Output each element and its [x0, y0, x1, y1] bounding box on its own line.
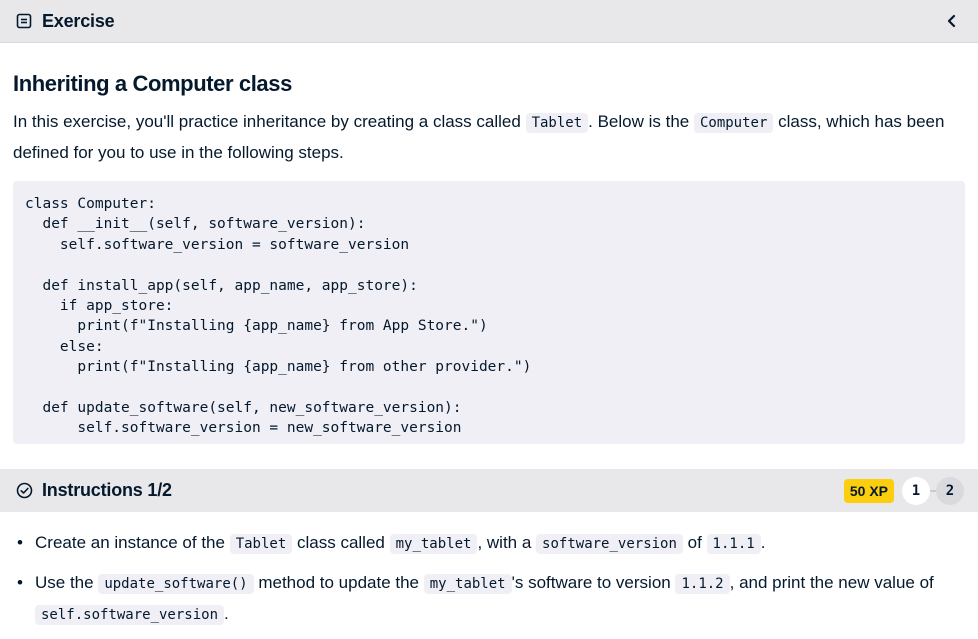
instruction-text: method to update the — [253, 573, 424, 592]
instruction-text: of — [682, 533, 707, 552]
inline-code: software_version — [536, 534, 683, 554]
instruction-text: . — [760, 533, 766, 552]
instruction-item: Use the update_software() method to upda… — [14, 568, 954, 630]
inline-code: my_tablet — [423, 574, 512, 594]
document-icon — [14, 11, 34, 31]
instruction-text: , with a — [477, 533, 537, 552]
inline-code: Tablet — [229, 534, 293, 554]
inline-code-computer: Computer — [693, 113, 774, 133]
inline-code: update_software() — [98, 574, 254, 594]
instructions-title: Instructions 1/2 — [42, 480, 172, 500]
instructions-meta: 50 XP 1 2 — [843, 476, 964, 505]
instruction-text: Use the — [35, 573, 99, 592]
exercise-body: Inheriting a Computer class In this exer… — [0, 44, 978, 444]
inline-code-tablet: Tablet — [525, 113, 589, 133]
instruction-item: Create an instance of the Tablet class c… — [14, 528, 954, 559]
chevron-left-icon[interactable] — [940, 9, 964, 33]
code-block: class Computer: def __init__(self, softw… — [13, 181, 965, 444]
inline-code: my_tablet — [389, 534, 478, 554]
desc-text-1: In this exercise, you'll practice inheri… — [13, 112, 526, 131]
xp-badge: 50 XP — [843, 478, 894, 503]
step-1-button[interactable]: 1 — [902, 476, 930, 505]
inline-code: 1.1.1 — [706, 534, 761, 554]
step-2-button[interactable]: 2 — [936, 476, 964, 505]
instruction-text: class called — [292, 533, 390, 552]
exercise-header-title: Exercise — [42, 10, 115, 31]
instruction-text: . — [224, 604, 229, 623]
check-circle-icon — [14, 481, 34, 501]
inline-code: 1.1.2 — [675, 574, 730, 594]
instruction-text: Create an instance of the — [35, 533, 230, 552]
inline-code: self.software_version — [35, 605, 225, 625]
exercise-header: Exercise — [0, 0, 978, 43]
instructions-list: Create an instance of the Tablet class c… — [14, 528, 954, 639]
instruction-text: 's software to version — [511, 573, 676, 592]
exercise-title: Inheriting a Computer class — [13, 71, 292, 96]
desc-text-2: . Below is the — [588, 112, 694, 131]
instructions-bar: Instructions 1/2 50 XP 1 2 — [0, 469, 978, 512]
instruction-text: , and print the new value of — [729, 573, 934, 592]
exercise-description: In this exercise, you'll practice inheri… — [13, 107, 965, 167]
